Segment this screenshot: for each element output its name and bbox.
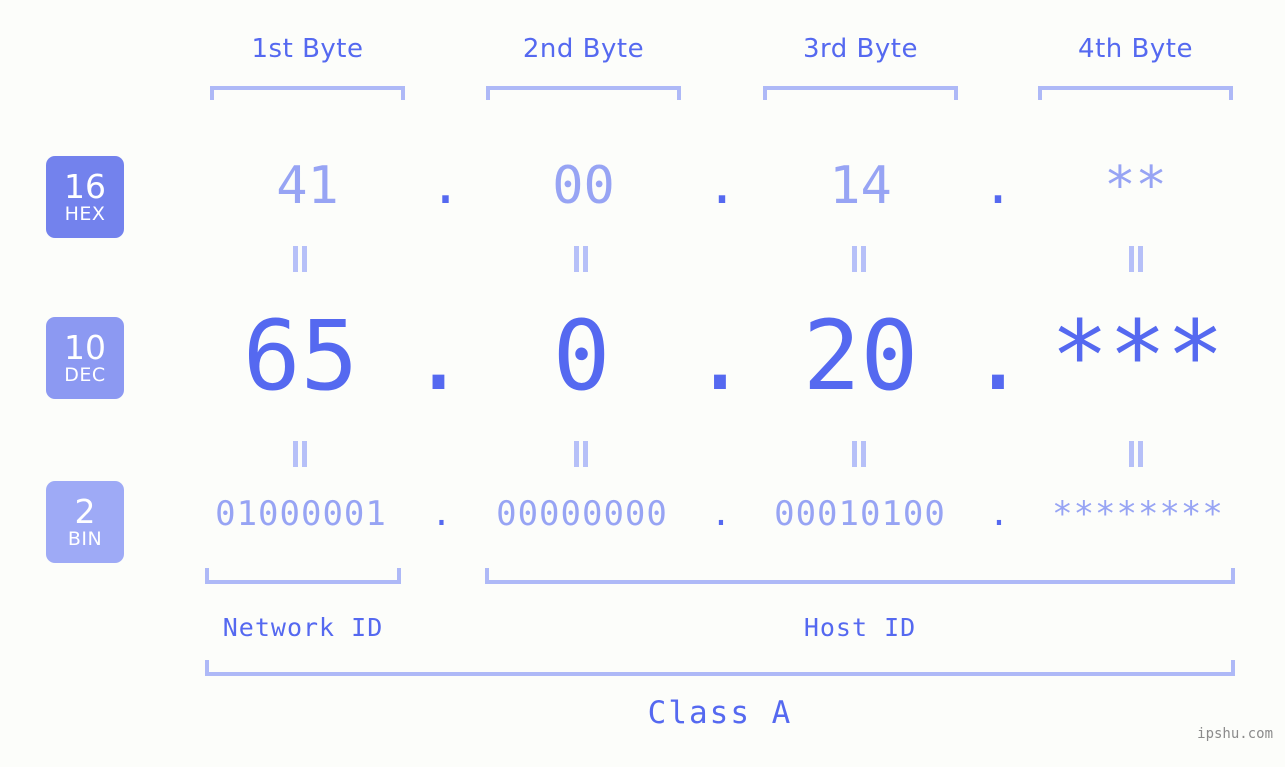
site-watermark: ipshu.com <box>1197 726 1273 742</box>
radix-badge-hex-label: HEX <box>64 203 106 225</box>
host-id-bracket <box>485 568 1235 584</box>
equals-marker-dec-bin-1 <box>289 441 311 467</box>
equals-marker-dec-bin-2 <box>570 441 592 467</box>
byte-header-label-4: 4th Byte <box>1078 34 1193 64</box>
dec-byte-3: 20 <box>802 300 919 412</box>
byte-header-label-3: 3rd Byte <box>803 34 918 64</box>
dec-byte-2: 0 <box>552 300 611 412</box>
hex-separator-2: . <box>706 156 738 216</box>
equals-marker-hex-dec-4 <box>1125 246 1147 272</box>
hex-separator-1: . <box>429 156 462 216</box>
dec-separator-2: . <box>691 300 749 412</box>
ip-address-breakdown-diagram: 1st Byte 2nd Byte 3rd Byte 4th Byte 16 H… <box>0 0 1285 767</box>
radix-badge-hex[interactable]: 16 HEX <box>46 156 124 238</box>
dec-separator-1: . <box>409 300 468 412</box>
radix-badge-dec-number: 10 <box>64 328 106 367</box>
byte-header-label-1: 1st Byte <box>251 34 364 64</box>
equals-marker-hex-dec-1 <box>289 246 311 272</box>
class-bracket <box>205 660 1235 676</box>
equals-marker-dec-bin-3 <box>848 441 870 467</box>
hex-separator-3: . <box>982 156 1014 216</box>
hex-byte-2: 00 <box>552 156 615 216</box>
byte-header-label-2: 2nd Byte <box>522 34 645 64</box>
network-id-label: Network ID <box>222 613 384 642</box>
byte-header-bracket-1 <box>210 86 405 100</box>
bin-byte-1: 01000001 <box>215 494 387 534</box>
equals-marker-hex-dec-3 <box>848 246 870 272</box>
dec-byte-1: 65 <box>242 300 359 412</box>
bin-byte-3: 00010100 <box>774 494 946 534</box>
byte-header-bracket-3 <box>763 86 958 100</box>
dec-byte-4: *** <box>1050 300 1225 412</box>
equals-marker-dec-bin-4 <box>1125 441 1147 467</box>
radix-badge-dec-label: DEC <box>64 364 106 386</box>
dec-separator-3: . <box>969 300 1027 412</box>
radix-badge-bin-number: 2 <box>74 492 96 531</box>
hex-byte-3: 14 <box>829 156 892 216</box>
bin-byte-4: ******** <box>1052 494 1224 534</box>
hex-byte-1: 41 <box>276 156 339 216</box>
radix-badge-bin[interactable]: 2 BIN <box>46 481 124 563</box>
equals-marker-hex-dec-2 <box>570 246 592 272</box>
class-label: Class A <box>647 695 793 731</box>
radix-badge-dec[interactable]: 10 DEC <box>46 317 124 399</box>
radix-badge-hex-number: 16 <box>64 167 106 206</box>
host-id-label: Host ID <box>803 613 917 642</box>
byte-header-bracket-4 <box>1038 86 1233 100</box>
bin-byte-2: 00000000 <box>496 494 668 534</box>
bin-separator-2: . <box>710 494 732 534</box>
hex-byte-4: ** <box>1104 156 1167 216</box>
radix-badge-bin-label: BIN <box>67 528 103 550</box>
bin-separator-1: . <box>431 494 452 534</box>
network-id-bracket <box>205 568 401 584</box>
bin-separator-3: . <box>988 494 1010 534</box>
byte-header-bracket-2 <box>486 86 681 100</box>
